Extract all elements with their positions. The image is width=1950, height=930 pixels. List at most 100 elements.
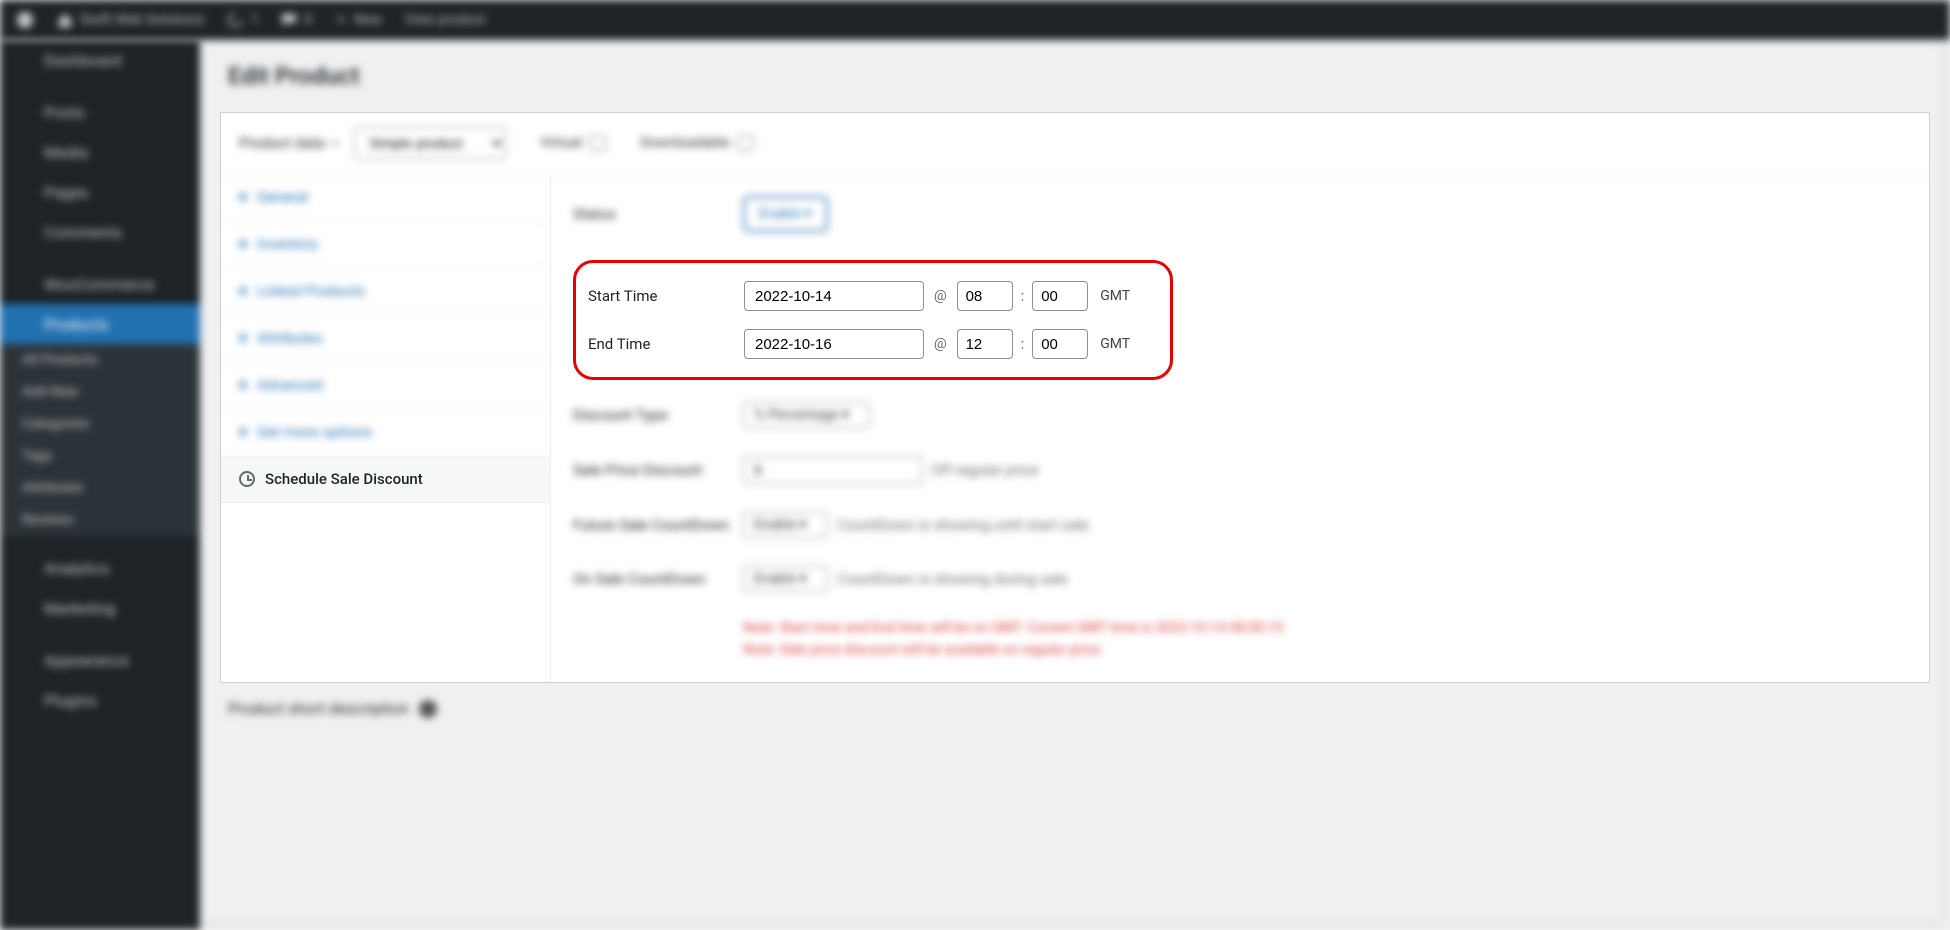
virtual-checkbox[interactable] bbox=[590, 135, 606, 151]
end-minute-input[interactable] bbox=[1032, 329, 1088, 359]
sidebar-item-label: All Products bbox=[22, 352, 98, 368]
product-data-box: Product data — Simple product Virtual: D… bbox=[220, 112, 1930, 683]
status-row: Status Enable ▾ bbox=[573, 196, 1907, 232]
updates-indicator[interactable]: 1 bbox=[226, 11, 258, 29]
product-data-label: Product data — bbox=[239, 134, 340, 152]
sidebar-item-label: Plugins bbox=[44, 691, 97, 710]
comments-count: 0 bbox=[304, 12, 312, 28]
sidebar-item-analytics[interactable]: Analytics bbox=[0, 548, 200, 588]
discount-type-value: % Percentage bbox=[754, 407, 838, 423]
tab-inventory[interactable]: Inventory bbox=[221, 221, 550, 268]
sidebar-item-label: Posts bbox=[44, 103, 85, 122]
product-type-select[interactable]: Simple product bbox=[354, 127, 506, 159]
page-title: Edit Product bbox=[200, 40, 1950, 112]
end-time-label: End Time bbox=[588, 335, 744, 353]
virtual-label: Virtual: bbox=[540, 135, 584, 151]
discount-type-row: Discount Type % Percentage ▾ bbox=[573, 402, 1907, 428]
sidebar-item-posts[interactable]: Posts bbox=[0, 92, 200, 132]
tab-advanced[interactable]: Advanced bbox=[221, 362, 550, 409]
product-short-description-label: Product short description bbox=[228, 699, 409, 718]
product-data-header: Product data — Simple product Virtual: D… bbox=[221, 113, 1929, 174]
clock-icon bbox=[239, 471, 255, 487]
start-date-input[interactable] bbox=[744, 281, 924, 311]
downloadable-label: Downloadable: bbox=[640, 135, 732, 151]
sidebar-item-comments[interactable]: Comments bbox=[0, 212, 200, 252]
future-countdown-select[interactable]: Enable ▾ bbox=[743, 512, 828, 538]
sidebar-item-pages[interactable]: Pages bbox=[0, 172, 200, 212]
sidebar-item-plugins[interactable]: Plugins bbox=[0, 680, 200, 720]
end-hour-input[interactable] bbox=[957, 329, 1013, 359]
new-label: New bbox=[354, 12, 382, 28]
sidebar-item-tags[interactable]: Tags bbox=[0, 440, 200, 472]
sidebar-item-add-new[interactable]: Add New bbox=[0, 376, 200, 408]
sidebar-item-appearance[interactable]: Appearance bbox=[0, 640, 200, 680]
gmt-label: GMT bbox=[1100, 336, 1130, 352]
sale-price-discount-suffix: Off regular price bbox=[931, 461, 1039, 479]
sidebar-item-label: Media bbox=[44, 143, 88, 162]
sale-price-discount-input[interactable] bbox=[743, 456, 923, 484]
sidebar-item-media[interactable]: Media bbox=[0, 132, 200, 172]
at-symbol: @ bbox=[934, 288, 947, 304]
at-symbol: @ bbox=[934, 336, 947, 352]
tab-label: General bbox=[257, 188, 308, 206]
start-minute-input[interactable] bbox=[1032, 281, 1088, 311]
tab-attributes[interactable]: Attributes bbox=[221, 315, 550, 362]
sidebar-item-categories[interactable]: Categories bbox=[0, 408, 200, 440]
sidebar-item-label: Pages bbox=[44, 183, 88, 202]
sidebar-item-label: Appearance bbox=[44, 651, 129, 670]
wp-logo[interactable] bbox=[16, 11, 34, 29]
sidebar-item-woocommerce[interactable]: WooCommerce bbox=[0, 264, 200, 304]
status-select[interactable]: Enable ▾ bbox=[743, 196, 828, 232]
product-tabs: General Inventory Linked Products Attrib… bbox=[221, 174, 551, 682]
new-content[interactable]: ＋ New bbox=[334, 10, 382, 30]
tab-general[interactable]: General bbox=[221, 174, 550, 221]
sidebar-item-reviews[interactable]: Reviews bbox=[0, 504, 200, 536]
sidebar-item-marketing[interactable]: Marketing bbox=[0, 588, 200, 628]
tab-linked-products[interactable]: Linked Products bbox=[221, 268, 550, 315]
sidebar-item-dashboard[interactable]: Dashboard bbox=[0, 40, 200, 80]
view-product-link[interactable]: View product bbox=[404, 12, 486, 28]
end-date-input[interactable] bbox=[744, 329, 924, 359]
on-sale-countdown-row: On Sale CountDown Enable ▾ CountDown is … bbox=[573, 566, 1907, 592]
tab-get-more-options[interactable]: Get more options bbox=[221, 409, 550, 456]
sidebar-item-label: Marketing bbox=[44, 599, 115, 618]
status-select-value: Enable bbox=[759, 206, 801, 222]
wp-admin-bar: Swift Web Solutions 1 0 ＋ New View produ… bbox=[0, 0, 1950, 40]
on-sale-countdown-value: Enable bbox=[754, 571, 796, 587]
future-countdown-hint: CountDown is showing until start sale bbox=[838, 516, 1089, 534]
status-label: Status bbox=[573, 205, 743, 223]
gmt-label: GMT bbox=[1100, 288, 1130, 304]
downloadable-checkbox[interactable] bbox=[738, 135, 754, 151]
time-colon: : bbox=[1021, 287, 1025, 305]
tab-label: Inventory bbox=[257, 235, 318, 253]
sidebar-item-label: Tags bbox=[22, 448, 52, 464]
updates-count: 1 bbox=[250, 12, 258, 28]
sidebar-item-products[interactable]: Products bbox=[0, 304, 200, 344]
comments-indicator[interactable]: 0 bbox=[280, 11, 312, 29]
main-content: Edit Product Product data — Simple produ… bbox=[200, 40, 1950, 930]
note-gmt: Note: Start time and End time will be on… bbox=[743, 620, 1907, 636]
product-short-description-heading: Product short description bbox=[228, 699, 1922, 718]
sidebar-item-label: WooCommerce bbox=[44, 275, 154, 294]
on-sale-countdown-label: On Sale CountDown bbox=[573, 570, 743, 588]
tab-label: Attributes bbox=[257, 329, 323, 347]
start-time-row: Start Time @ : GMT bbox=[588, 281, 1140, 311]
tab-schedule-sale-discount[interactable]: Schedule Sale Discount bbox=[221, 456, 550, 503]
help-icon[interactable] bbox=[419, 700, 437, 718]
sidebar-item-label: Attributes bbox=[22, 480, 83, 496]
on-sale-countdown-select[interactable]: Enable ▾ bbox=[743, 566, 828, 592]
discount-type-select[interactable]: % Percentage ▾ bbox=[743, 402, 870, 428]
wp-admin-sidebar: Dashboard Posts Media Pages Comments Woo… bbox=[0, 40, 200, 930]
sidebar-item-all-products[interactable]: All Products bbox=[0, 344, 200, 376]
sale-price-discount-row: Sale Price Discount Off regular price bbox=[573, 456, 1907, 484]
note-regular-price: Note: Sale price discount will be availa… bbox=[743, 642, 1907, 658]
start-hour-input[interactable] bbox=[957, 281, 1013, 311]
sidebar-item-attributes[interactable]: Attributes bbox=[0, 472, 200, 504]
sidebar-item-label: Analytics bbox=[44, 559, 109, 578]
future-countdown-row: Future Sale CountDown Enable ▾ CountDown… bbox=[573, 512, 1907, 538]
future-countdown-value: Enable bbox=[754, 517, 796, 533]
site-name-text: Swift Web Solutions bbox=[80, 12, 204, 28]
sidebar-item-label: Products bbox=[44, 315, 108, 334]
site-name[interactable]: Swift Web Solutions bbox=[56, 11, 204, 29]
sidebar-item-label: Categories bbox=[22, 416, 89, 432]
